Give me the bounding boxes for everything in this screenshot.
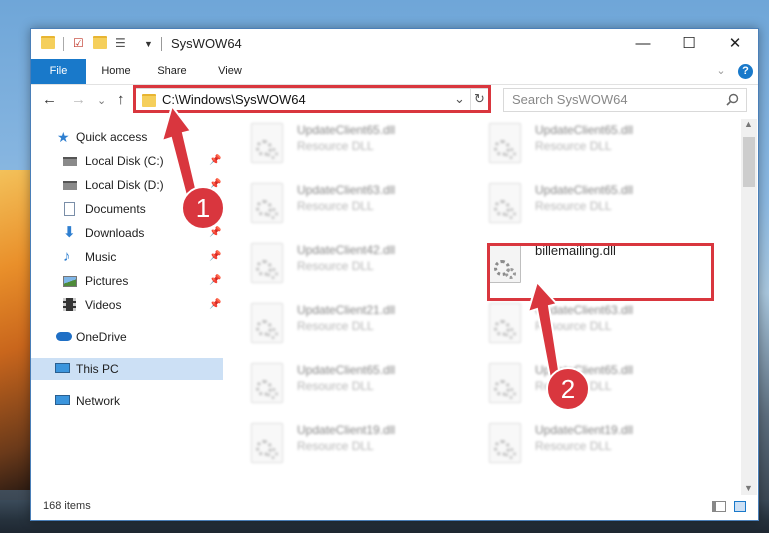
step-2-badge: 2 [546, 367, 590, 411]
annotation-arrow-2 [526, 280, 562, 385]
annotation-arrows [160, 103, 562, 385]
step-1-badge: 1 [181, 186, 225, 230]
